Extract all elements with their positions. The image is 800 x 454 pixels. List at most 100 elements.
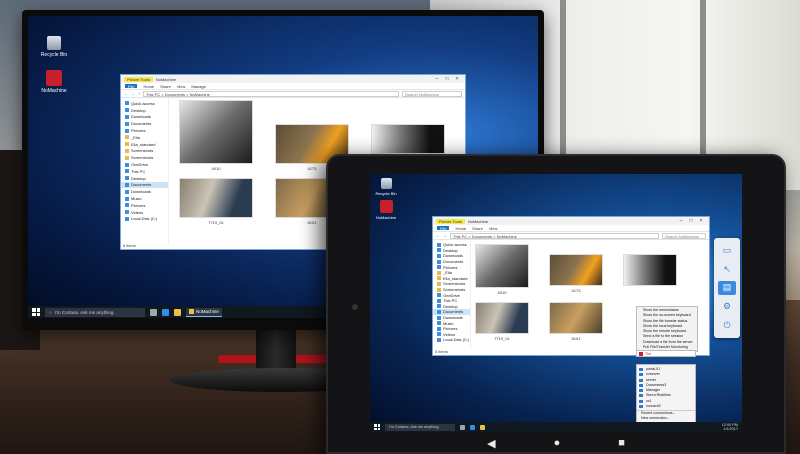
nav-label: Desktop [443, 303, 458, 309]
maximize-button[interactable]: □ [442, 76, 452, 82]
nav-item[interactable]: Desktop [121, 175, 168, 182]
file-explorer-icon[interactable] [174, 308, 181, 316]
app-desktop-icon[interactable]: NoMachine [34, 70, 74, 94]
folder-icon [125, 148, 129, 153]
tab-home[interactable]: Home [455, 226, 466, 231]
back-arrow-icon[interactable]: ← [124, 91, 128, 96]
power-icon[interactable]: ⏻ [718, 319, 736, 333]
breadcrumb[interactable]: This PC > Documents > NoMachine [450, 232, 659, 239]
edge-browser-icon[interactable] [470, 424, 475, 430]
pointer-icon[interactable]: ↖ [718, 262, 736, 276]
notification-strip[interactable]: The [636, 350, 696, 357]
image-file-thumbnail[interactable]: 4173 [549, 254, 603, 293]
nav-item[interactable]: Downloads [121, 188, 168, 195]
gear-icon[interactable]: ⚙ [718, 300, 736, 314]
nav-item[interactable]: Local Disk (C:) [433, 337, 470, 343]
tab-file[interactable]: File [125, 84, 138, 89]
minimize-button[interactable]: – [676, 218, 686, 224]
nav-item[interactable]: This PC [121, 168, 168, 175]
folder-icon [437, 281, 441, 286]
image-file-thumbnail[interactable]: 7719_01 [179, 178, 253, 225]
windows-start-icon[interactable] [374, 424, 380, 430]
nav-item[interactable]: OneDrive [121, 161, 168, 168]
nav-item[interactable]: Quick access [433, 242, 470, 248]
tab-file[interactable]: File [437, 226, 450, 231]
nav-item[interactable]: Pictures [121, 202, 168, 209]
forward-arrow-icon[interactable]: → [443, 233, 447, 238]
nav-item[interactable]: Videos [121, 209, 168, 216]
nav-label: _Elia [131, 134, 140, 140]
nav-item[interactable]: Screenshots [433, 281, 470, 287]
back-arrow-icon[interactable]: ← [436, 233, 440, 238]
edge-browser-icon[interactable] [162, 308, 169, 316]
cortana-search-box[interactable]: I'm Cortana. Ask me anything. [385, 423, 455, 431]
tray-item[interactable]: nomach2 [637, 404, 695, 409]
cortana-search-box[interactable]: ○ I'm Cortana. Ask me anything. [45, 307, 145, 317]
file-name: 8101 [571, 336, 581, 341]
back-button[interactable]: ◀ [487, 437, 495, 450]
recycle-bin-desktop-icon[interactable]: Recycle Bin [370, 178, 406, 196]
recycle-bin-desktop-icon[interactable]: Recycle Bin [34, 36, 74, 58]
task-view-icon[interactable] [460, 424, 465, 430]
nav-item[interactable]: Elia_standard [433, 276, 470, 282]
tab-share[interactable]: Share [160, 84, 171, 89]
nav-item[interactable]: Local Disk (C:) [121, 216, 168, 223]
nav-item-selected[interactable]: Documents [121, 181, 168, 189]
windows-start-icon[interactable] [32, 308, 40, 316]
up-arrow-icon[interactable]: ↑ [138, 91, 140, 96]
image-file-thumbnail[interactable]: 4010 [475, 244, 529, 295]
tab-view[interactable]: View [489, 226, 498, 231]
nav-item[interactable]: Desktop [121, 107, 168, 114]
search-input[interactable]: Search NoMachine [662, 232, 706, 239]
home-button[interactable]: ● [554, 437, 561, 449]
image-file-thumbnail[interactable] [371, 124, 445, 156]
maximize-button[interactable]: □ [686, 218, 696, 224]
alert-label: The [645, 351, 652, 356]
nav-item[interactable]: Downloads [121, 114, 168, 121]
photo-preview [623, 254, 677, 286]
tab-view[interactable]: View [177, 84, 186, 89]
nav-label: Local Disk (C:) [443, 337, 470, 343]
image-file-thumbnail[interactable]: 7719_01 [475, 302, 529, 341]
context-tab[interactable]: Picture Tools [436, 218, 465, 224]
task-view-icon[interactable] [150, 308, 157, 316]
computer-icon [437, 298, 441, 303]
recents-button[interactable]: ■ [618, 437, 625, 449]
nav-item[interactable]: Screenshots [433, 287, 470, 293]
keyboard-icon[interactable]: ▭ [718, 243, 736, 257]
nav-label: OneDrive [131, 162, 148, 168]
display-settings-icon[interactable]: ▤ [718, 280, 736, 295]
tab-share[interactable]: Share [472, 226, 483, 231]
system-clock[interactable]: 12:00 PM 1/1/2017 [722, 423, 738, 431]
file-name: 7719_01 [494, 336, 510, 341]
close-button[interactable]: × [696, 218, 706, 224]
nav-item[interactable]: _Elia [121, 134, 168, 141]
taskbar-active-window[interactable]: NoMachine [186, 307, 222, 317]
file-explorer-icon[interactable] [480, 424, 485, 430]
image-file-thumbnail[interactable]: 8101 [549, 302, 603, 341]
menu-item[interactable]: Show the on-screen keyboard [637, 313, 697, 318]
search-input[interactable]: Search NoMachine [402, 90, 462, 97]
nav-item[interactable]: Screenshots [121, 148, 168, 155]
video-icon [125, 210, 129, 215]
file-name: 4010 [497, 290, 507, 295]
forward-arrow-icon[interactable]: → [131, 91, 135, 96]
image-file-thumbnail[interactable]: 4010 [179, 100, 253, 171]
minimize-button[interactable]: – [432, 76, 442, 82]
tab-home[interactable]: Home [143, 84, 154, 89]
nav-item[interactable]: Quick access [121, 100, 168, 107]
nav-item[interactable]: Documents [121, 120, 168, 127]
app-desktop-icon[interactable]: NoMachine [370, 200, 406, 220]
image-file-thumbnail[interactable] [623, 254, 677, 288]
breadcrumb[interactable]: This PC > Documents > NoMachine [143, 90, 399, 97]
tray-connection-menu: portal-01 nxserver server Documents3 Man… [636, 364, 696, 424]
context-tab[interactable]: Picture Tools [124, 76, 153, 82]
nav-label: Downloads [443, 253, 463, 259]
tab-manage[interactable]: Manage [191, 84, 205, 89]
new-connection-item[interactable]: New connection... [637, 416, 695, 421]
close-button[interactable]: × [452, 76, 462, 82]
nav-item[interactable]: Music [121, 195, 168, 202]
nav-item[interactable]: Pictures [121, 127, 168, 134]
nav-item[interactable]: Screenshots [121, 154, 168, 161]
nav-item[interactable]: Elia_standard [121, 141, 168, 148]
